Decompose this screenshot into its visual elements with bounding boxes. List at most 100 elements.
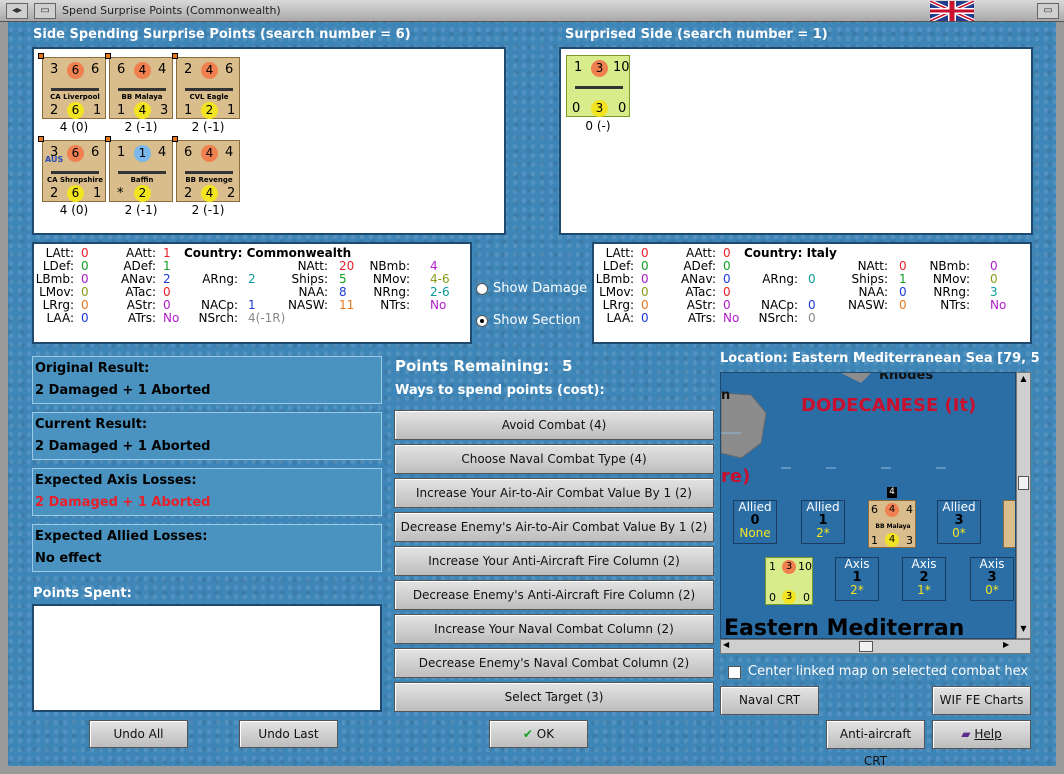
map-italian-counter[interactable]: 1 3 10 0 3 0 — [765, 557, 813, 605]
axis-combat-box[interactable]: Axis 2 1* — [902, 557, 946, 601]
map-vertical-scrollbar[interactable]: ▲ ▼ — [1016, 372, 1031, 639]
radio-unchecked-icon — [476, 283, 488, 295]
stat-value-nsrch: 4(-1R) — [248, 311, 286, 325]
right-frame — [1056, 22, 1064, 774]
unit-caption: 0 (-) — [585, 119, 611, 133]
checkbox-unchecked-icon — [728, 666, 741, 679]
unit-caption: 4 (0) — [59, 120, 89, 134]
map-label-dodecanese: DODECANESE (It) — [801, 395, 977, 416]
unit-counter[interactable]: 3 6 6 CA Liverpool 2 6 1 — [38, 53, 106, 119]
stat-value-nasw: 0 — [899, 298, 907, 312]
ship-silhouette-icon — [575, 82, 623, 89]
spend-option-button[interactable]: Decrease Enemy's Anti-Aircraft Fire Colu… — [394, 580, 714, 610]
spend-option-button[interactable]: Select Target (3) — [394, 682, 714, 712]
ship-silhouette-icon — [118, 84, 166, 91]
ok-button[interactable]: ✔ OK — [489, 720, 588, 748]
allied-combat-box[interactable]: Allied 1 2* — [801, 500, 845, 544]
close-window-button[interactable]: ▭ — [1037, 3, 1059, 19]
linked-map[interactable]: Rhodes n DODECANESE (It) re) Allied 0 None… — [720, 372, 1016, 639]
scroll-right-icon[interactable]: ▶ — [1003, 640, 1009, 649]
scroll-left-icon[interactable]: ◀ — [723, 640, 729, 649]
bottom-frame — [0, 766, 1064, 774]
map-horizontal-scrollbar[interactable]: ◀ ▶ — [720, 639, 1031, 654]
scroll-down-icon[interactable]: ▼ — [1018, 624, 1029, 636]
system-menu-button[interactable]: ◂▸ — [6, 3, 28, 19]
back-button[interactable]: ▭ — [34, 3, 56, 19]
country-label: Country: Italy — [744, 246, 837, 260]
spend-option-button[interactable]: Decrease Enemy's Air-to-Air Combat Value… — [394, 512, 714, 542]
center-linked-map-checkbox[interactable]: Center linked map on selected combat hex — [728, 663, 1034, 681]
stat-label-ntrs: NTrs: — [380, 298, 410, 312]
ship-silhouette-icon — [51, 167, 99, 174]
stat-label-nasw: NASW: — [847, 298, 888, 312]
points-remaining-label: Points Remaining: — [395, 357, 550, 375]
marker-icon — [105, 136, 111, 142]
stack-count-badge: 4 — [887, 487, 897, 498]
unit-counter[interactable]: 2 4 6 CVL Eagle 1 2 1 — [172, 53, 240, 119]
unit-caption: 4 (0) — [59, 203, 89, 217]
horizontal-scroll-thumb[interactable] — [859, 641, 873, 652]
spend-option-button[interactable]: Decrease Enemy's Naval Combat Column (2) — [394, 648, 714, 678]
stat-value-atrs: No — [163, 311, 180, 325]
stat-value-arng: 2 — [248, 272, 256, 286]
stat-label-laa: LAA: — [46, 311, 74, 325]
marker-icon — [38, 53, 44, 59]
stat-value-laa: 0 — [641, 311, 649, 325]
unit-counter[interactable]: 6 4 4 BB Revenge 2 4 2 — [172, 136, 240, 202]
spend-option-button[interactable]: Choose Naval Combat Type (4) — [394, 444, 714, 474]
spend-option-button[interactable]: Increase Your Naval Combat Column (2) — [394, 614, 714, 644]
surprised-units-panel: 1 3 10 0 3 0 0 (-) — [559, 47, 1033, 235]
radio-checked-icon — [476, 315, 488, 327]
stat-value-laa: 0 — [81, 311, 89, 325]
allied-combat-box[interactable]: Allied 0 None — [733, 500, 777, 544]
original-result-box: Original Result: 2 Damaged + 1 Aborted — [32, 356, 382, 404]
axis-combat-box[interactable]: Axis 1 2* — [835, 557, 879, 601]
points-spent-list[interactable] — [32, 604, 382, 712]
marker-icon — [172, 136, 178, 142]
spend-option-button[interactable]: Increase Your Air-to-Air Combat Value By… — [394, 478, 714, 508]
stat-label-nasw: NASW: — [287, 298, 328, 312]
undo-last-button[interactable]: Undo Last — [239, 720, 338, 748]
show-damage-radio[interactable]: Show Damage — [476, 281, 591, 297]
axis-combat-box[interactable]: Axis 3 0* — [970, 557, 1014, 601]
location-label: Location: Eastern Mediterranean Sea [79,… — [720, 351, 1040, 366]
left-frame — [0, 22, 8, 774]
marker-icon — [105, 53, 111, 59]
unit-counter[interactable]: 1 1 4 Baffin * 2 — [105, 136, 173, 202]
undo-all-button[interactable]: Undo All — [89, 720, 188, 748]
spend-option-button[interactable]: Avoid Combat (4) — [394, 410, 714, 440]
uk-flag-icon — [929, 0, 975, 23]
marker-icon — [172, 53, 178, 59]
stat-value-ntrs: No — [430, 298, 447, 312]
wif-fe-charts-button[interactable]: WIF FE Charts — [932, 686, 1031, 715]
stat-value-arng: 0 — [808, 272, 816, 286]
map-unit-counter[interactable]: 6 4 4 BB Malaya 1 4 3 — [868, 500, 916, 548]
naval-crt-button[interactable]: Naval CRT — [720, 686, 819, 715]
unit-counter[interactable]: 6 4 4 BB Malaya 1 4 3 — [105, 53, 173, 119]
unit-counter[interactable]: 3 6 6 CA Shropshire AUS 2 6 1 — [38, 136, 106, 202]
expected-allied-losses-box: Expected Allied Losses: No effect — [32, 524, 382, 572]
stat-value-atrs: No — [723, 311, 740, 325]
map-label-eastern-mediterranean: Eastern Mediterran — [724, 616, 965, 639]
checkmark-icon: ✔ — [522, 727, 533, 741]
spend-option-button[interactable]: Increase Your Anti-Aircraft Fire Column … — [394, 546, 714, 576]
unit-caption: 2 (-1) — [124, 203, 158, 217]
marker-icon — [38, 136, 44, 142]
map-unit-counter-partial[interactable] — [1003, 500, 1015, 548]
anti-aircraft-crt-button[interactable]: Anti-aircraft CRT — [826, 720, 925, 768]
points-spent-label: Points Spent: — [33, 586, 132, 601]
help-button[interactable]: ▰ Help — [932, 720, 1031, 749]
stat-label-nsrch: NSrch: — [198, 311, 238, 325]
stat-label-arng: ARng: — [202, 272, 238, 286]
allied-combat-box[interactable]: Allied 3 0* — [937, 500, 981, 544]
unit-counter-italian[interactable]: 1 3 10 0 3 0 — [566, 55, 630, 117]
show-section-radio[interactable]: Show Section — [476, 313, 591, 329]
vertical-scroll-thumb[interactable] — [1018, 476, 1029, 490]
scroll-up-icon[interactable]: ▲ — [1018, 374, 1029, 386]
help-book-icon: ▰ — [961, 727, 971, 741]
unit-caption: 2 (-1) — [191, 203, 225, 217]
current-result-box: Current Result: 2 Damaged + 1 Aborted — [32, 412, 382, 460]
stat-label-ntrs: NTrs: — [940, 298, 970, 312]
ways-to-spend-label: Ways to spend points (cost): — [395, 383, 605, 398]
spending-units-panel: 3 6 6 CA Liverpool 2 6 1 4 (0) 6 4 4 BB Malaya 1 4 3 2 … — [32, 47, 506, 235]
